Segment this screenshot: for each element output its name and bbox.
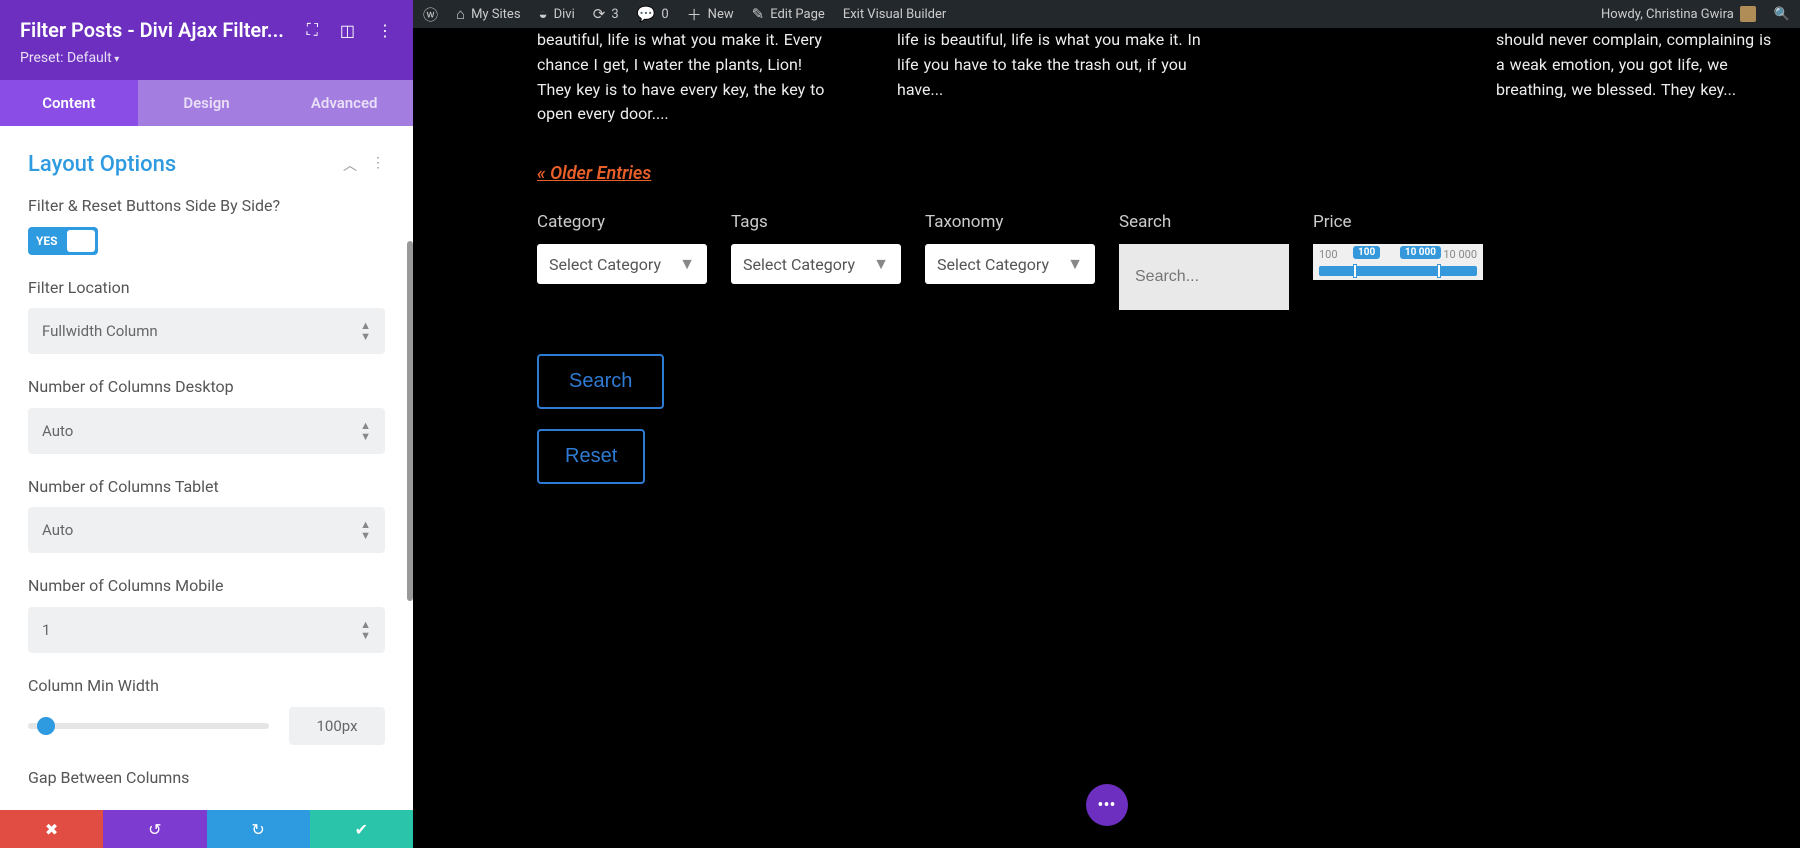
edit-page-link[interactable]: ✎Edit Page bbox=[752, 5, 825, 23]
plus-icon: ＋ bbox=[687, 4, 702, 25]
avatar bbox=[1740, 6, 1756, 22]
search-button[interactable]: Search bbox=[537, 354, 664, 409]
sidebar-tabs: Content Design Advanced bbox=[0, 80, 413, 126]
select-cols-mobile[interactable]: 1 ▲▼ bbox=[28, 607, 385, 653]
chevron-down-icon: ▼ bbox=[679, 254, 695, 274]
divi-icon: ◒ bbox=[539, 5, 548, 23]
section-title[interactable]: Layout Options bbox=[28, 152, 176, 177]
opt-cols-desktop-label: Number of Columns Desktop bbox=[28, 376, 288, 398]
slider-thumb[interactable] bbox=[37, 717, 55, 735]
redo-button[interactable]: ↻ bbox=[207, 810, 310, 848]
price-handle-max[interactable] bbox=[1437, 264, 1441, 278]
wordpress-icon: ⓦ bbox=[423, 4, 438, 25]
older-entries-link[interactable]: « Older Entries bbox=[537, 163, 651, 184]
action-buttons: Search Reset bbox=[437, 354, 1776, 484]
new-link[interactable]: ＋New bbox=[687, 4, 734, 25]
select-caret-icon: ▲▼ bbox=[360, 519, 371, 541]
select-filter-location[interactable]: Fullwidth Column ▲▼ bbox=[28, 308, 385, 354]
dots-icon: ••• bbox=[1097, 795, 1115, 816]
toggle-knob bbox=[67, 230, 95, 252]
dropdown-taxonomy[interactable]: Select Category ▼ bbox=[925, 244, 1095, 284]
settings-sidebar: Filter Posts - Divi Ajax Filter... ⛶ ◫ ⋮… bbox=[0, 0, 413, 848]
chevron-down-icon: ▼ bbox=[1067, 254, 1083, 274]
close-icon: ✖ bbox=[45, 820, 58, 839]
min-width-slider[interactable] bbox=[28, 723, 269, 729]
check-icon: ✔ bbox=[355, 820, 368, 839]
filter-tags-label: Tags bbox=[731, 212, 901, 232]
opt-side-by-side-label: Filter & Reset Buttons Side By Side? bbox=[28, 195, 288, 217]
opt-cols-tablet-label: Number of Columns Tablet bbox=[28, 476, 288, 498]
tab-design[interactable]: Design bbox=[138, 80, 276, 126]
post-excerpt: should never complain, complaining is a … bbox=[1496, 28, 1776, 127]
comment-icon: 💬 bbox=[637, 5, 656, 23]
save-button[interactable]: ✔ bbox=[310, 810, 413, 848]
reset-button[interactable]: Reset bbox=[537, 429, 645, 484]
expand-icon[interactable]: ⛶ bbox=[307, 20, 318, 40]
undo-button[interactable]: ↺ bbox=[103, 810, 206, 848]
comments-link[interactable]: 💬0 bbox=[637, 5, 669, 23]
columns-icon[interactable]: ◫ bbox=[340, 21, 355, 40]
more-vert-icon[interactable]: ⋮ bbox=[371, 155, 385, 175]
select-caret-icon: ▲▼ bbox=[360, 420, 371, 442]
wp-logo[interactable]: ⓦ bbox=[423, 4, 438, 25]
select-caret-icon: ▲▼ bbox=[360, 320, 371, 342]
post-excerpt: life is beautiful, life is what you make… bbox=[897, 28, 1217, 127]
filter-search-label: Search bbox=[1119, 212, 1289, 232]
cancel-button[interactable]: ✖ bbox=[0, 810, 103, 848]
chevron-down-icon: ▼ bbox=[873, 254, 889, 274]
undo-icon: ↺ bbox=[148, 820, 161, 839]
opt-filter-location-label: Filter Location bbox=[28, 277, 288, 299]
tab-content[interactable]: Content bbox=[0, 80, 138, 126]
module-title: Filter Posts - Divi Ajax Filter... bbox=[20, 18, 284, 42]
sidebar-header: Filter Posts - Divi Ajax Filter... ⛶ ◫ ⋮… bbox=[0, 0, 413, 80]
wp-admin-bar: ⓦ ⌂My Sites ◒Divi ⟳3 💬0 ＋New ✎Edit Page … bbox=[413, 0, 1800, 28]
select-caret-icon: ▲▼ bbox=[360, 619, 371, 641]
filters-row: Category Select Category ▼ Tags Select C… bbox=[437, 212, 1776, 310]
exit-vb-link[interactable]: Exit Visual Builder bbox=[843, 7, 946, 22]
fab-more[interactable]: ••• bbox=[1086, 784, 1128, 826]
more-vert-icon[interactable]: ⋮ bbox=[377, 21, 393, 40]
search-input[interactable] bbox=[1119, 244, 1289, 310]
select-cols-tablet[interactable]: Auto ▲▼ bbox=[28, 507, 385, 553]
toggle-side-by-side[interactable]: YES bbox=[28, 227, 98, 255]
redo-icon: ↻ bbox=[251, 820, 264, 839]
opt-min-width-label: Column Min Width bbox=[28, 675, 288, 697]
price-tag-min: 100 bbox=[1353, 246, 1380, 259]
dropdown-tags[interactable]: Select Category ▼ bbox=[731, 244, 901, 284]
search-icon[interactable]: 🔍 bbox=[1774, 7, 1790, 22]
price-track bbox=[1319, 266, 1477, 276]
opt-cols-mobile-label: Number of Columns Mobile bbox=[28, 575, 288, 597]
refresh-icon: ⟳ bbox=[593, 5, 606, 23]
tab-advanced[interactable]: Advanced bbox=[275, 80, 413, 126]
howdy-user[interactable]: Howdy, Christina Gwira bbox=[1601, 6, 1756, 22]
price-tag-max: 10 000 bbox=[1400, 246, 1441, 259]
price-handle-min[interactable] bbox=[1353, 264, 1357, 278]
preview-area: ⓦ ⌂My Sites ◒Divi ⟳3 💬0 ＋New ✎Edit Page … bbox=[413, 0, 1800, 848]
updates-link[interactable]: ⟳3 bbox=[593, 5, 619, 23]
post-excerpt: beautiful, life is what you make it. Eve… bbox=[537, 28, 837, 127]
chevron-up-icon[interactable]: ︿ bbox=[343, 155, 357, 175]
divi-link[interactable]: ◒Divi bbox=[539, 5, 575, 23]
filter-category-label: Category bbox=[537, 212, 707, 232]
sidebar-body: Layout Options ︿ ⋮ Filter & Reset Button… bbox=[0, 126, 413, 810]
min-width-value[interactable]: 100px bbox=[289, 707, 385, 745]
select-cols-desktop[interactable]: Auto ▲▼ bbox=[28, 408, 385, 454]
posts-row: beautiful, life is what you make it. Eve… bbox=[437, 28, 1776, 127]
preset-selector[interactable]: Preset: Default bbox=[20, 50, 393, 66]
my-sites-link[interactable]: ⌂My Sites bbox=[456, 5, 521, 23]
sidebar-footer: ✖ ↺ ↻ ✔ bbox=[0, 810, 413, 848]
sites-icon: ⌂ bbox=[456, 5, 465, 23]
dropdown-category[interactable]: Select Category ▼ bbox=[537, 244, 707, 284]
filter-taxonomy-label: Taxonomy bbox=[925, 212, 1095, 232]
price-range-slider[interactable]: 100 10 000 100 10 000 bbox=[1313, 244, 1483, 280]
filter-price-label: Price bbox=[1313, 212, 1483, 232]
opt-gap-label: Gap Between Columns bbox=[28, 767, 288, 789]
pencil-icon: ✎ bbox=[752, 5, 765, 23]
